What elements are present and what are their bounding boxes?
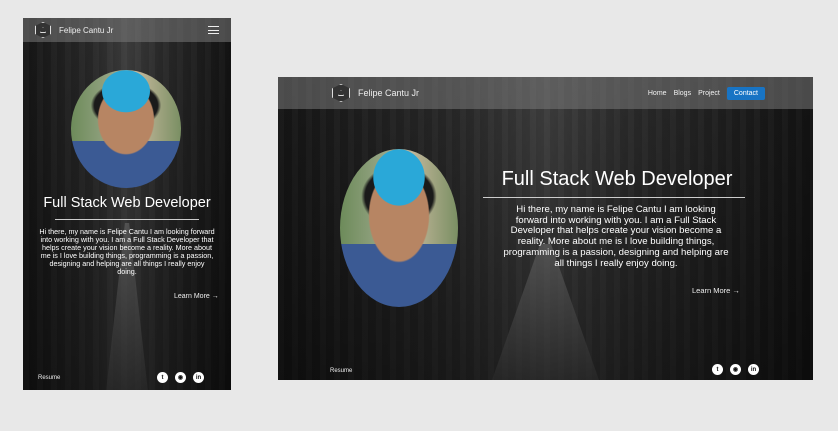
profile-photo [71,70,181,188]
nav-project[interactable]: Project [698,90,720,97]
nav-blogs[interactable]: Blogs [674,90,692,97]
twitter-icon[interactable]: t [712,364,723,375]
mobile-navbar: Felipe Cantu Jr [23,18,231,42]
logo-icon[interactable] [35,22,51,38]
desktop-mockup: Felipe Cantu Jr Home Blogs Project Conta… [278,77,813,380]
hero-title: Full Stack Web Developer [501,168,733,190]
hero-bio: Hi there, my name is Felipe Cantu I am l… [39,227,215,277]
mobile-mockup: Felipe Cantu Jr Full Stack Web Developer… [23,18,231,390]
title-divider [55,219,199,220]
resume-link[interactable]: Resume [38,375,60,381]
github-icon[interactable]: ◉ [175,372,186,383]
linkedin-icon[interactable]: in [748,364,759,375]
logo-icon[interactable] [332,84,350,102]
social-links: t ◉ in [712,364,759,375]
github-icon[interactable]: ◉ [730,364,741,375]
brand-name[interactable]: Felipe Cantu Jr [358,88,419,98]
twitter-icon[interactable]: t [157,372,168,383]
social-links: t ◉ in [157,372,204,383]
title-divider [483,197,745,198]
hero-bio: Hi there, my name is Felipe Cantu I am l… [503,204,729,269]
profile-photo [340,149,458,307]
resume-link[interactable]: Resume [330,368,352,374]
nav-links: Home Blogs Project Contact [648,86,813,100]
learn-more-link[interactable]: Learn More → [692,286,740,295]
linkedin-icon[interactable]: in [193,372,204,383]
learn-more-link[interactable]: Learn More → [174,293,219,300]
hamburger-menu-icon[interactable] [208,26,219,34]
nav-home[interactable]: Home [648,90,667,97]
contact-button[interactable]: Contact [726,86,765,100]
desktop-navbar: Felipe Cantu Jr Home Blogs Project Conta… [278,77,813,109]
hero-title: Full Stack Web Developer [43,195,211,211]
brand-name[interactable]: Felipe Cantu Jr [59,26,113,35]
